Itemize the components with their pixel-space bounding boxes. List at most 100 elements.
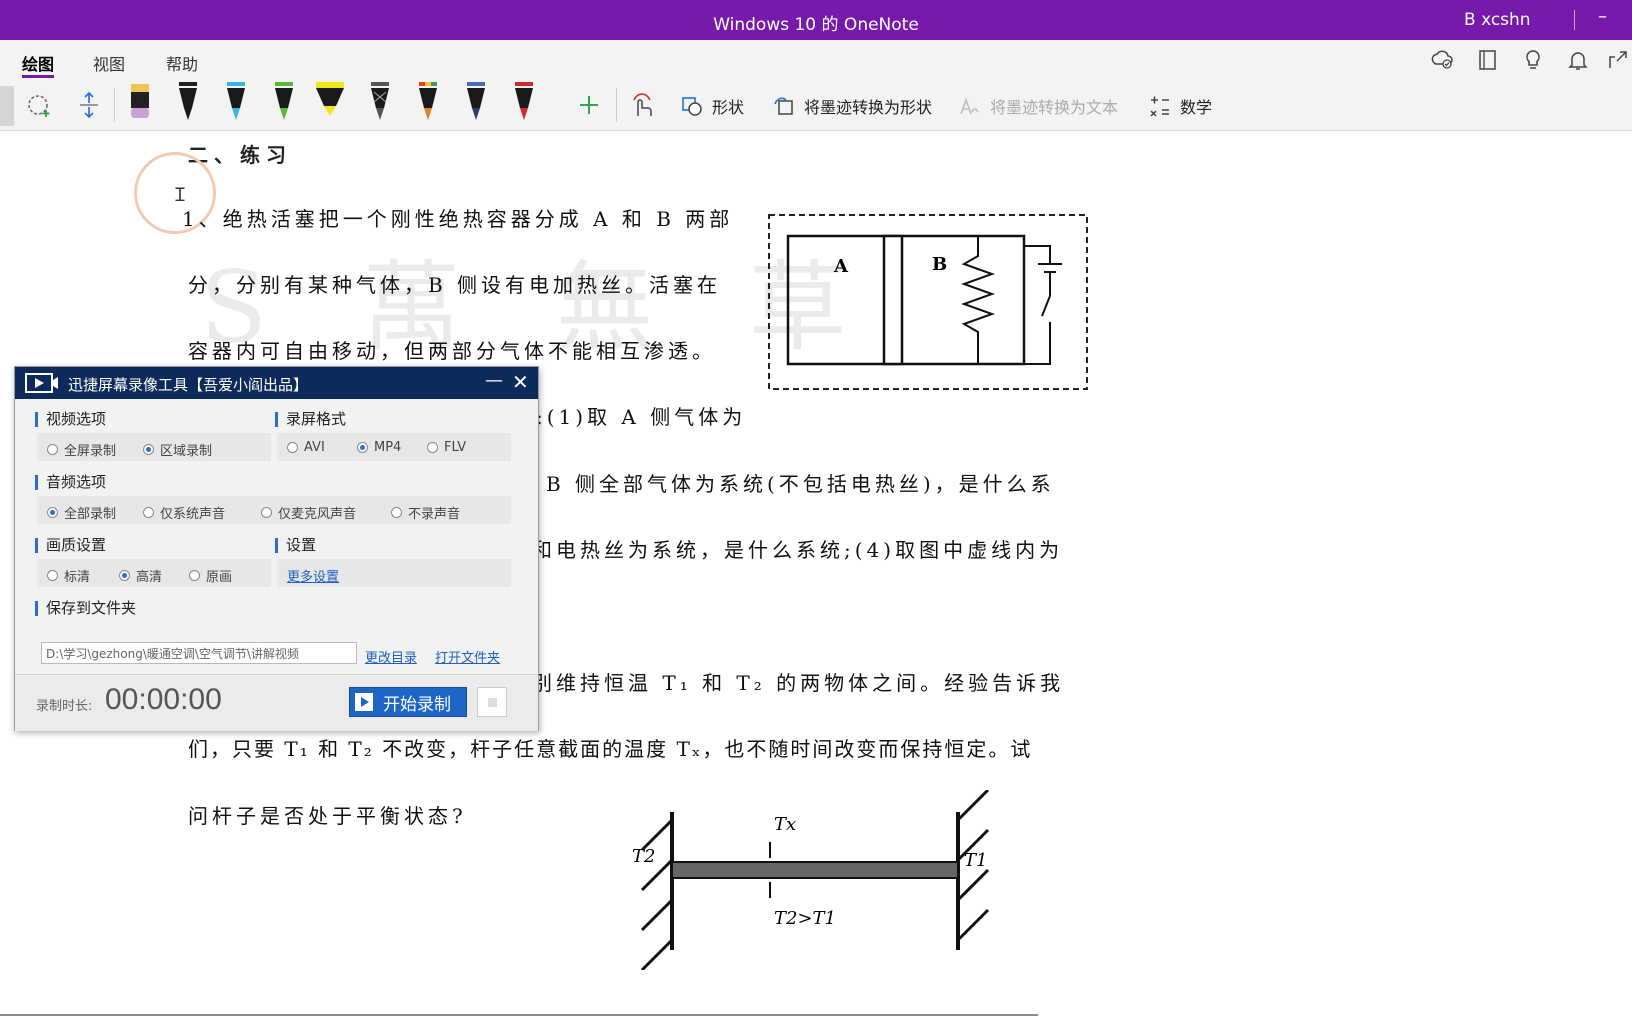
open-folder-link[interactable]: 打开文件夹 (435, 647, 500, 666)
radio-avi[interactable]: AVI (287, 440, 325, 455)
math-label: 数学 (1180, 98, 1213, 117)
notebook-icon[interactable] (1476, 48, 1500, 72)
recorder-title-bar[interactable]: 迅捷屏幕录像工具【吾爱小阎出品】 — ✕ (15, 367, 538, 399)
problem-line: 分，分别有某种气体，B 侧设有电加热丝。活塞在 (188, 273, 722, 297)
ink-to-shape-button[interactable]: 将墨迹转换为形状 (772, 94, 932, 118)
pen-red[interactable] (504, 80, 544, 128)
radio-audio-none[interactable]: 不录声音 (391, 503, 460, 522)
radio-quality-original[interactable]: 原画 (189, 566, 232, 585)
pen-galaxy[interactable] (360, 80, 400, 128)
lightbulb-icon[interactable] (1521, 48, 1545, 72)
shapes-label: 形状 (712, 98, 745, 117)
recorder-minimize-button[interactable]: — (485, 370, 503, 391)
sync-icon[interactable] (1430, 48, 1454, 72)
radio-dot (47, 570, 58, 581)
figure-label-b: B (932, 254, 947, 275)
recorder-footer: 录制时长: 00:00:00 开始录制 (15, 674, 538, 731)
problem-line: 1、绝热活塞把一个刚性绝热容器分成 A 和 B 两部 (182, 207, 734, 231)
settings-label: 设置 (275, 538, 316, 553)
pen-black-1[interactable] (168, 80, 208, 128)
window-title: Windows 10 的 OneNote (713, 15, 919, 35)
ink-to-text-label: 将墨迹转换为文本 (990, 98, 1119, 117)
ink-to-text-button[interactable]: 将墨迹转换为文本 (958, 94, 1118, 118)
shapes-button[interactable]: 形状 (680, 94, 744, 118)
video-options-row: 全屏录制 区域录制 (37, 433, 271, 461)
radio-label: MP4 (374, 440, 402, 455)
lasso-select-icon[interactable] (26, 92, 54, 120)
math-button[interactable]: 数学 (1148, 94, 1212, 118)
pen-navy[interactable] (456, 80, 496, 128)
tab-view[interactable]: 视图 (93, 51, 125, 75)
change-directory-link[interactable]: 更改目录 (365, 647, 417, 666)
radio-audio-mic[interactable]: 仅麦克风声音 (261, 503, 356, 522)
radio-audio-system[interactable]: 仅系统声音 (143, 503, 225, 522)
ink-to-shape-icon (774, 97, 793, 115)
duration-label: 录制时长: (36, 699, 93, 714)
settings-row: 更多设置 (277, 559, 511, 587)
radio-label: FLV (444, 440, 467, 455)
save-path-input[interactable] (41, 642, 357, 664)
radio-quality-sd[interactable]: 标清 (47, 566, 90, 585)
math-icon (1150, 96, 1169, 117)
radio-dot (47, 444, 58, 455)
bell-icon[interactable] (1566, 48, 1590, 72)
figure-label-a: A (833, 256, 849, 277)
radio-label: 不录声音 (408, 507, 461, 522)
radio-label: 标清 (64, 570, 91, 585)
format-row: AVI MP4 FLV (277, 433, 511, 461)
radio-dot (357, 442, 368, 453)
touch-draw-icon[interactable] (628, 90, 656, 120)
add-pen-icon[interactable] (578, 94, 600, 116)
radio-mp4[interactable]: MP4 (357, 440, 401, 455)
radio-flv[interactable]: FLV (427, 440, 466, 455)
radio-dot (143, 444, 154, 455)
pen-rainbow[interactable] (408, 80, 448, 128)
problem-line: 问杆子是否处于平衡状态? (188, 804, 467, 828)
radio-label: 原画 (206, 570, 233, 585)
tab-draw[interactable]: 绘图 (22, 51, 54, 75)
radio-dot (47, 507, 58, 518)
radio-dot (287, 442, 298, 453)
highlighter-color-swatch (131, 108, 149, 118)
save-folder-label: 保存到文件夹 (35, 601, 136, 616)
insert-space-icon[interactable] (76, 90, 102, 120)
share-icon[interactable] (1606, 48, 1630, 72)
screen-recorder-dialog: 迅捷屏幕录像工具【吾爱小阎出品】 — ✕ 视频选项 全屏录制 区域录制 录屏格式… (14, 366, 539, 731)
radio-dot (189, 570, 200, 581)
label-tx: Tx (774, 814, 796, 835)
radio-quality-hd[interactable]: 高清 (119, 566, 162, 585)
user-name[interactable]: B xcshn (1464, 10, 1531, 30)
radio-dot (143, 507, 154, 518)
shapes-icon (682, 97, 702, 116)
tab-help[interactable]: 帮助 (166, 51, 198, 75)
radio-dot (261, 507, 272, 518)
highlighter-tool[interactable] (120, 80, 160, 128)
format-label: 录屏格式 (275, 412, 346, 427)
recorder-close-button[interactable]: ✕ (512, 370, 529, 394)
problem-line: 容器内可自由移动，但两部分气体不能相互渗透。 (188, 339, 716, 363)
radio-fullscreen[interactable]: 全屏录制 (47, 440, 116, 459)
toolbar-edge (0, 86, 14, 126)
start-recording-label: 开始录制 (383, 694, 451, 715)
pen-black-2[interactable] (216, 80, 256, 128)
problem-line: 和电热丝为系统，是什么系统;(4)取图中虚线内为 (532, 538, 1064, 562)
ink-to-text-icon (960, 97, 979, 115)
stop-button[interactable] (477, 687, 507, 717)
radio-label: 仅系统声音 (160, 507, 226, 522)
radio-audio-all[interactable]: 全部录制 (47, 503, 116, 522)
minimize-button[interactable]: – (1598, 6, 1607, 27)
audio-options-row: 全部录制 仅系统声音 仅麦克风声音 不录声音 (37, 496, 511, 524)
label-relation: T2>T1 (774, 908, 836, 929)
radio-label: 仅麦克风声音 (278, 507, 357, 522)
label-t1: T1 (964, 850, 987, 871)
start-recording-button[interactable]: 开始录制 (349, 687, 467, 717)
ink-to-shape-label: 将墨迹转换为形状 (804, 98, 933, 117)
page-bottom-rule (0, 1014, 1038, 1016)
more-settings-link[interactable]: 更多设置 (287, 566, 339, 585)
radio-label: AVI (304, 440, 325, 455)
radio-region[interactable]: 区域录制 (143, 440, 212, 459)
pen-green[interactable] (264, 80, 304, 128)
active-tab-underline (22, 75, 54, 78)
pen-yellow[interactable] (310, 80, 350, 128)
audio-options-label: 音频选项 (35, 475, 106, 490)
